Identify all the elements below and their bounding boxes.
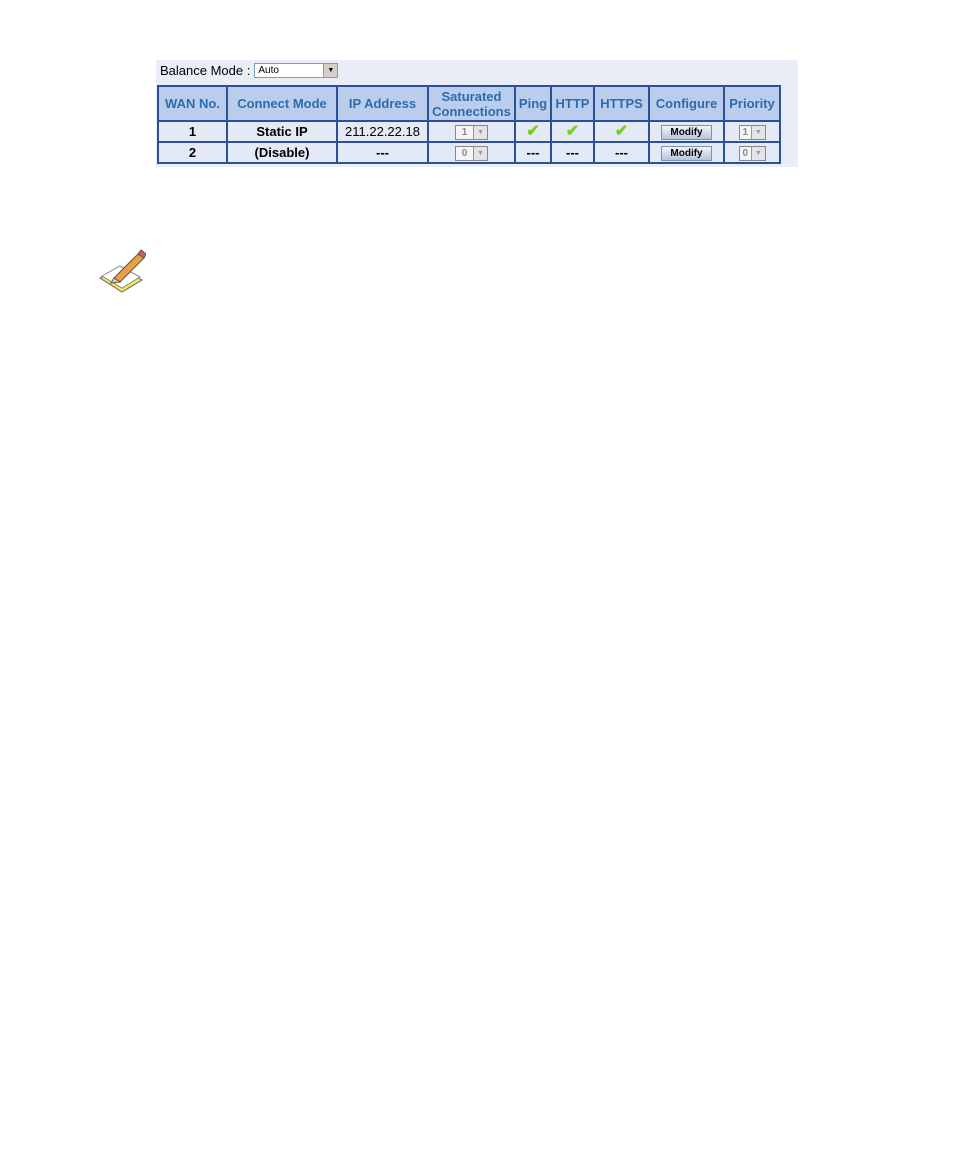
https-cell: --- <box>593 141 650 164</box>
col-priority: Priority <box>723 85 781 122</box>
priority-cell: 1 ▼ <box>723 120 781 143</box>
balance-mode-label: Balance Mode : <box>160 63 251 78</box>
col-saturated: Saturated Connections <box>427 85 516 122</box>
ip-address: 211.22.22.18 <box>336 120 429 143</box>
chevron-down-icon: ▼ <box>473 147 487 160</box>
col-https: HTTPS <box>593 85 650 122</box>
wan-panel: Balance Mode : Auto ▼ WAN No. Connect Mod… <box>156 60 798 167</box>
modify-button[interactable]: Modify <box>661 125 712 140</box>
saturated-select[interactable]: 0 ▼ <box>455 146 488 161</box>
http-cell: ✔ <box>550 120 595 143</box>
ip-address: --- <box>336 141 429 164</box>
col-connect-mode: Connect Mode <box>226 85 338 122</box>
ping-cell: ✔ <box>514 120 552 143</box>
ping-cell: --- <box>514 141 552 164</box>
col-configure: Configure <box>648 85 725 122</box>
balance-mode-select[interactable]: Auto ▼ <box>254 63 339 78</box>
https-cell: ✔ <box>593 120 650 143</box>
saturated-cell: 0 ▼ <box>427 141 516 164</box>
wan-no: 2 <box>157 141 228 164</box>
connect-mode: Static IP <box>226 120 338 143</box>
priority-select[interactable]: 0 ▼ <box>738 146 766 161</box>
wan-table: WAN No. Connect Mode IP Address Saturate… <box>157 85 781 164</box>
connect-mode: (Disable) <box>226 141 338 164</box>
note-pencil-icon <box>98 248 147 299</box>
http-cell: --- <box>550 141 595 164</box>
check-icon: ✔ <box>526 122 540 140</box>
table-header-row: WAN No. Connect Mode IP Address Saturate… <box>157 85 781 122</box>
wan-no: 1 <box>157 120 228 143</box>
saturated-select[interactable]: 1 ▼ <box>455 125 488 140</box>
saturated-cell: 1 ▼ <box>427 120 516 143</box>
priority-cell: 0 ▼ <box>723 141 781 164</box>
chevron-down-icon: ▼ <box>323 64 338 77</box>
table-row: 1 Static IP 211.22.22.18 1 ▼ ✔ ✔ ✔ Modify… <box>157 120 781 143</box>
modify-button[interactable]: Modify <box>661 146 712 161</box>
balance-mode-row: Balance Mode : Auto ▼ <box>160 63 339 78</box>
col-ip: IP Address <box>336 85 429 122</box>
chevron-down-icon: ▼ <box>473 126 487 139</box>
chevron-down-icon: ▼ <box>751 147 765 160</box>
configure-cell: Modify <box>648 120 725 143</box>
col-wan: WAN No. <box>157 85 228 122</box>
configure-cell: Modify <box>648 141 725 164</box>
col-http: HTTP <box>550 85 595 122</box>
col-ping: Ping <box>514 85 552 122</box>
chevron-down-icon: ▼ <box>751 126 765 139</box>
table-row: 2 (Disable) --- 0 ▼ --- --- --- Modify 0 ▼ <box>157 141 781 164</box>
priority-select[interactable]: 1 ▼ <box>738 125 766 140</box>
check-icon: ✔ <box>565 122 580 140</box>
check-icon: ✔ <box>614 122 629 140</box>
